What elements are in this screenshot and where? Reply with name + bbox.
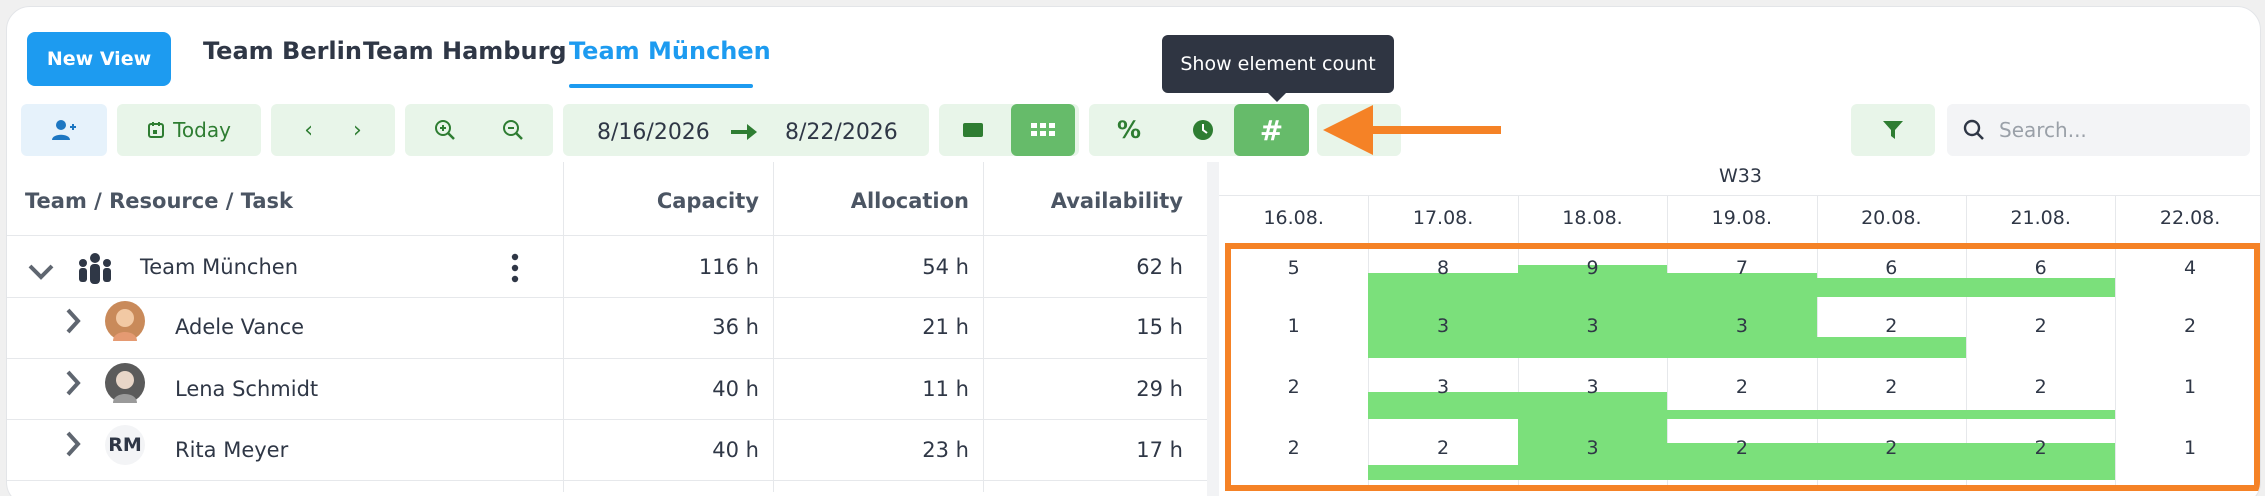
divider [7, 297, 1207, 298]
avatar-initials: RM [105, 425, 145, 465]
resource-capacity: 40 h [712, 438, 759, 462]
add-resource-button[interactable] [21, 104, 107, 156]
today-button[interactable]: Today [117, 104, 261, 156]
chevron-right-icon[interactable] [65, 430, 81, 458]
clock-icon [1193, 120, 1213, 140]
day-header: 16.08. [1263, 207, 1324, 229]
chevron-left-icon[interactable]: ‹ [304, 118, 313, 143]
team-icon [79, 253, 111, 284]
resource-allocation: 23 h [922, 438, 969, 462]
annotation-arrow [1323, 105, 1501, 155]
group-capacity: 116 h [698, 255, 759, 279]
resource-capacity: 40 h [712, 377, 759, 401]
date-from[interactable]: 8/16/2026 [597, 120, 710, 145]
scheduler-card: New View Team Berlin Team Hamburg Team M… [6, 6, 2261, 496]
zoom-group [405, 104, 553, 156]
group-name: Team München [140, 255, 299, 279]
day-header: 20.08. [1861, 207, 1922, 229]
resource-name[interactable]: Adele Vance [175, 315, 304, 339]
resource-allocation: 21 h [922, 315, 969, 339]
divider [1219, 195, 2260, 196]
divider [7, 235, 1207, 236]
chevron-down-icon[interactable] [27, 263, 55, 281]
add-user-icon [52, 120, 76, 140]
day-header: 19.08. [1711, 207, 1773, 229]
column-header-capacity[interactable]: Capacity [563, 189, 759, 213]
tooltip: Show element count [1162, 35, 1394, 93]
grid-view-button[interactable] [1011, 104, 1075, 156]
bar-view-button[interactable] [943, 108, 1003, 152]
percent-button[interactable]: % [1099, 104, 1159, 156]
highlight-box [1225, 243, 2260, 491]
divider [7, 358, 1207, 359]
chevron-right-icon[interactable]: › [353, 118, 362, 143]
search-input[interactable] [1999, 116, 2239, 144]
new-view-button[interactable]: New View [27, 32, 171, 86]
filter-icon [1883, 121, 1903, 139]
filter-button[interactable] [1851, 104, 1935, 156]
avatar-adele-vance [105, 301, 145, 341]
grid-icon [1031, 123, 1055, 136]
resource-availability: 29 h [1136, 377, 1183, 401]
tab-team-berlin[interactable]: Team Berlin [203, 37, 362, 65]
search-icon [1963, 119, 1984, 140]
resource-availability: 17 h [1136, 438, 1183, 462]
resource-allocation: 11 h [922, 377, 969, 401]
resource-availability: 15 h [1136, 315, 1183, 339]
search-box [1947, 104, 2250, 156]
hash-icon: # [1259, 113, 1284, 147]
day-header: 17.08. [1412, 207, 1474, 229]
calendar-icon [148, 122, 165, 138]
tab-team-munchen[interactable]: Team München [569, 37, 771, 65]
resource-name[interactable]: Lena Schmidt [175, 377, 318, 401]
day-header: 22.08. [2159, 207, 2221, 229]
pane-splitter[interactable] [1207, 162, 1219, 496]
group-availability: 62 h [1136, 255, 1183, 279]
today-label: Today [173, 118, 231, 142]
more-options-icon[interactable] [511, 253, 519, 283]
resource-name[interactable]: Rita Meyer [175, 438, 288, 462]
group-allocation: 54 h [922, 255, 969, 279]
element-count-button[interactable]: # [1234, 104, 1309, 156]
avatar-lena-schmidt [105, 363, 145, 403]
column-header-availability[interactable]: Availability [983, 189, 1183, 213]
chevron-right-icon[interactable] [65, 307, 81, 335]
percent-icon: % [1116, 116, 1142, 144]
zoom-in-icon[interactable] [434, 119, 456, 141]
chevron-right-icon[interactable] [65, 369, 81, 397]
arrow-right-icon [731, 124, 757, 140]
day-header: 21.08. [2010, 207, 2071, 229]
column-header-team[interactable]: Team / Resource / Task [25, 189, 293, 213]
tooltip-arrow [1268, 93, 1286, 102]
active-tab-underline [569, 84, 753, 88]
column-header-allocation[interactable]: Allocation [773, 189, 969, 213]
bar-view-icon [963, 123, 983, 137]
prev-next-group: ‹ › [271, 104, 395, 156]
zoom-out-icon[interactable] [502, 119, 524, 141]
date-to[interactable]: 8/22/2026 [785, 120, 898, 145]
divider [7, 419, 1207, 420]
divider [7, 480, 1207, 481]
resource-capacity: 36 h [712, 315, 759, 339]
hours-button[interactable] [1173, 104, 1233, 156]
week-label: W33 [1719, 165, 1762, 187]
day-header: 18.08. [1562, 207, 1623, 229]
tab-team-hamburg[interactable]: Team Hamburg [363, 37, 567, 65]
